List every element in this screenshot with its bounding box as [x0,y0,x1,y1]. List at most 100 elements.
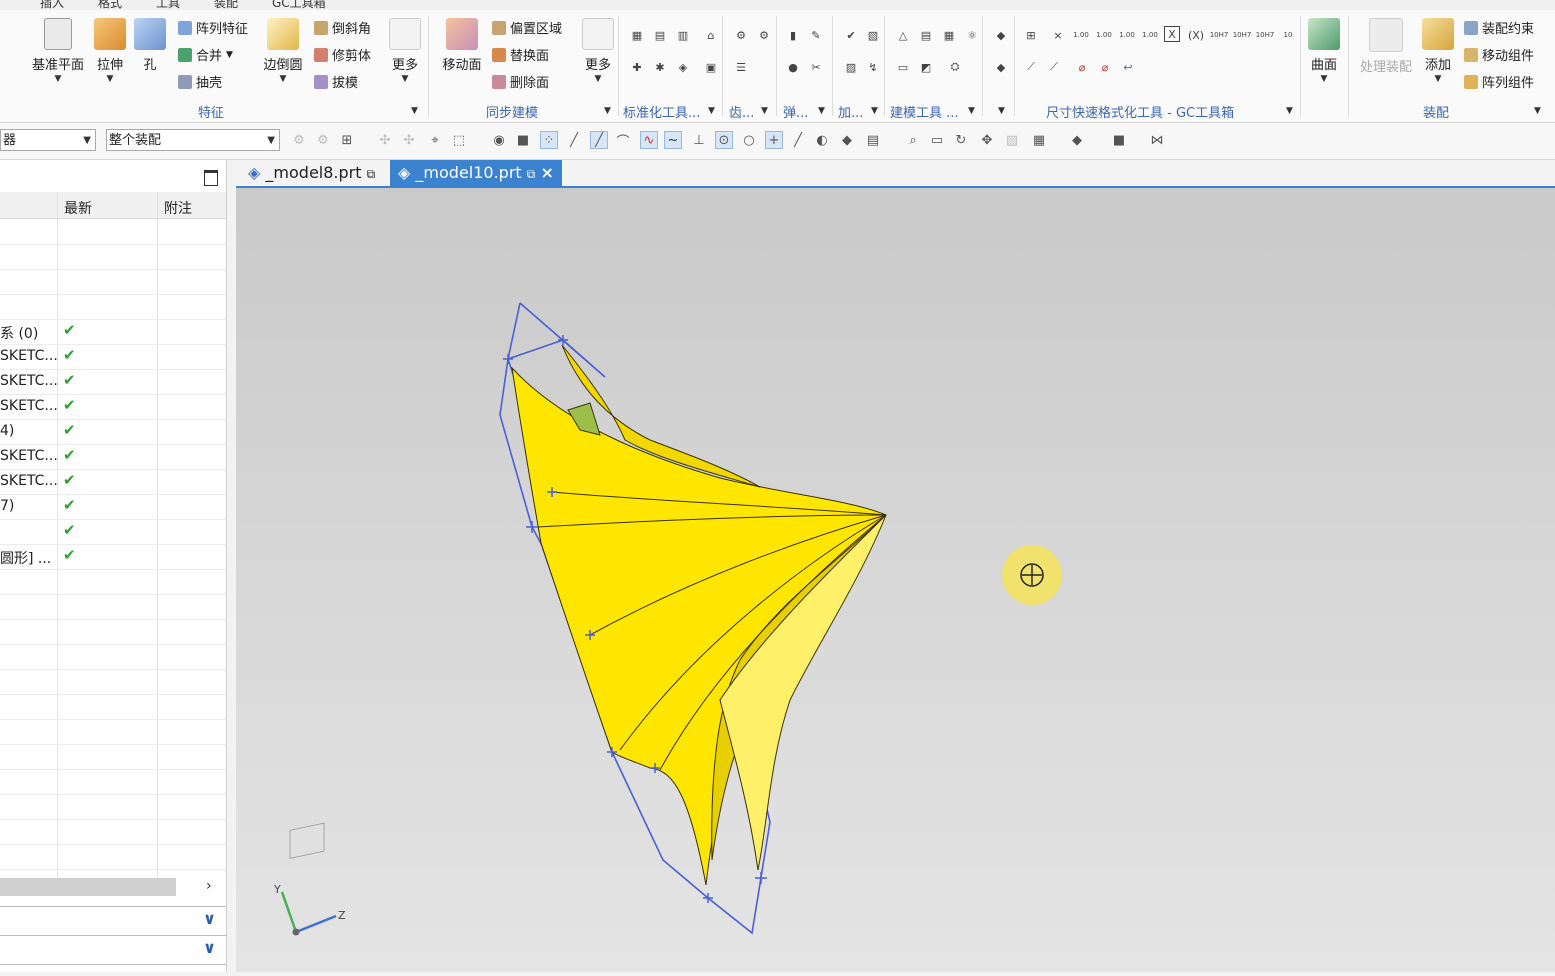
standard-tool-icon[interactable]: ▤ [651,26,669,44]
curve-icon[interactable]: ∿ [640,131,658,149]
select-icon[interactable]: ✣ [400,131,418,149]
process-assembly-button[interactable]: 处理装配 [1356,18,1416,75]
component-icon[interactable]: ▤ [864,131,882,149]
standard-tool-icon[interactable]: ✚ [628,58,646,76]
modeling-tool-icon[interactable]: ⛭ [946,58,964,76]
multiply-icon[interactable]: × [1049,26,1067,44]
menu-item-tools[interactable]: 工具 [156,0,180,10]
column-header-note[interactable]: 附注 [164,198,192,218]
select-icon[interactable]: ⌖ [426,131,444,149]
diameter-icon[interactable]: ⌀ [1073,58,1091,76]
shell-button[interactable]: 抽壳 [178,72,222,91]
menu-item-insert[interactable]: 插入 [40,0,64,10]
modeling-tool-icon[interactable]: ▦ [940,26,958,44]
solid-body-icon[interactable]: ◉ [490,131,508,149]
section-icon[interactable]: ⋈ [1148,131,1166,149]
view-icon[interactable]: ▭ [928,131,946,149]
chevron-down-icon[interactable]: ▼ [411,106,418,116]
filter-icon[interactable]: ⚙ [290,131,308,149]
move-component-button[interactable]: 移动组件 [1464,45,1534,64]
navigator-row[interactable]: SKETC... ✔ [0,369,226,395]
modeling-tool-icon[interactable]: ▤ [917,26,935,44]
spline-icon[interactable]: ∼ [664,131,682,149]
navigator-row[interactable]: SKETC... ✔ [0,444,226,470]
type-filter-combo[interactable]: 器 ▼ [0,129,96,151]
view-fit-icon[interactable]: ⌕ [904,131,922,149]
navigator-row[interactable] [0,219,226,245]
tab-model10[interactable]: ◈ _model10.prt ⧉ × [390,160,562,186]
navigator-row[interactable]: SKETC... ✔ [0,469,226,495]
tolerance-icon[interactable]: 1.00 [1118,26,1136,44]
rotate-icon[interactable]: ↻ [952,131,970,149]
fit-icon[interactable]: 10H7 [1210,26,1229,44]
offset-region-button[interactable]: 偏置区域 [492,18,562,37]
render-style-icon[interactable]: ◆ [1068,131,1086,149]
cube-icon[interactable]: ■ [514,131,532,149]
face-icon[interactable]: ◐ [813,131,831,149]
diameter-icon[interactable]: ⌀ [1096,58,1114,76]
spring-icon[interactable]: ● [784,58,802,76]
select-icon[interactable]: ✣ [376,131,394,149]
pan-icon[interactable]: ✥ [978,131,996,149]
orient-icon[interactable]: ▦ [1030,131,1048,149]
tolerance-icon[interactable]: 1.00 [1095,26,1113,44]
replace-face-button[interactable]: 替换面 [492,45,549,64]
unite-button[interactable]: 合并 ▼ [178,45,233,64]
extrude-button[interactable]: 拉伸 ▼ [92,18,128,84]
standard-tool-icon[interactable]: ✱ [651,58,669,76]
line-icon[interactable]: ╱ [565,131,583,149]
chevron-down-icon[interactable]: ▼ [818,106,825,116]
assembly-constraints-button[interactable]: 装配约束 [1464,18,1534,37]
feature-more-button[interactable]: 更多 ▼ [386,18,424,84]
process-icon[interactable]: ▨ [842,58,860,76]
navigator-row[interactable]: 7) ✔ [0,494,226,520]
chevron-down-icon[interactable]: ▼ [871,106,878,116]
undo-dimension-icon[interactable]: ↩ [1119,58,1137,76]
selection-scope-combo[interactable]: 整个装配 ▼ [106,129,280,151]
chevron-down-icon[interactable]: ▼ [1534,106,1541,116]
draft-button[interactable]: 拔模 [314,72,358,91]
end-point-icon[interactable]: ╱ [590,131,608,149]
chevron-down-icon[interactable]: ▼ [761,106,768,116]
paren-x-icon[interactable]: (X) [1187,26,1205,44]
box-x-icon[interactable]: X [1164,26,1180,42]
sync-more-button[interactable]: 更多 ▼ [580,18,616,84]
process-icon[interactable]: ↯ [864,58,882,76]
surface-button[interactable]: 曲面 ▼ [1306,18,1342,84]
navigator-row[interactable]: SKETC... ✔ [0,344,226,370]
center-point-icon[interactable]: ⊙ [715,131,733,149]
chevron-down-icon[interactable]: ▼ [968,106,975,116]
chevron-down-icon[interactable]: ▼ [1286,106,1293,116]
model-canvas[interactable]: Y Z [236,188,1555,972]
fit-icon[interactable]: 10 [1279,26,1297,44]
gear-icon[interactable]: ☰ [732,58,750,76]
gear-icon[interactable]: ⚙ [755,26,773,44]
navigator-row[interactable] [0,269,226,295]
navigator-row[interactable]: SKETC... ✔ [0,394,226,420]
process-icon[interactable]: ▧ [864,26,882,44]
filter-icon[interactable]: ⚙ [314,131,332,149]
chevron-down-icon[interactable]: ▼ [708,106,715,116]
scroll-right-icon[interactable]: › [206,878,212,894]
navigator-row[interactable] [0,294,226,320]
select-add-icon[interactable]: ⊞ [338,131,356,149]
spring-icon[interactable]: ▮ [784,26,802,44]
tolerance-icon[interactable]: 1.00 [1072,26,1090,44]
chamfer-button[interactable]: 倒斜角 [314,18,371,37]
horizontal-scrollbar-thumb[interactable] [0,878,176,896]
dimension-tool-icon[interactable]: ⊞ [1022,26,1040,44]
body-icon[interactable]: ◆ [838,131,856,149]
navigator-row[interactable]: ✔ [0,519,226,545]
dependencies-panel-header[interactable]: ∨ [0,936,226,965]
modeling-tool-icon[interactable]: ⚛ [963,26,981,44]
part-tool-icon[interactable]: ◆ [992,26,1010,44]
fit-icon[interactable]: 10H7 [1233,26,1252,44]
tab-model8[interactable]: ◈ _model8.prt ⧉ [240,160,383,186]
arc-icon[interactable]: ⌒ [614,131,632,150]
delete-face-button[interactable]: 删除面 [492,72,549,91]
modeling-tool-icon[interactable]: ◩ [917,58,935,76]
edge-blend-button[interactable]: 边倒圆 ▼ [260,18,306,84]
snap-point-icon[interactable]: ⁘ [540,131,558,149]
tangent-icon[interactable]: ⊥ [690,131,708,149]
standard-tool-icon[interactable]: ▣ [702,58,720,76]
